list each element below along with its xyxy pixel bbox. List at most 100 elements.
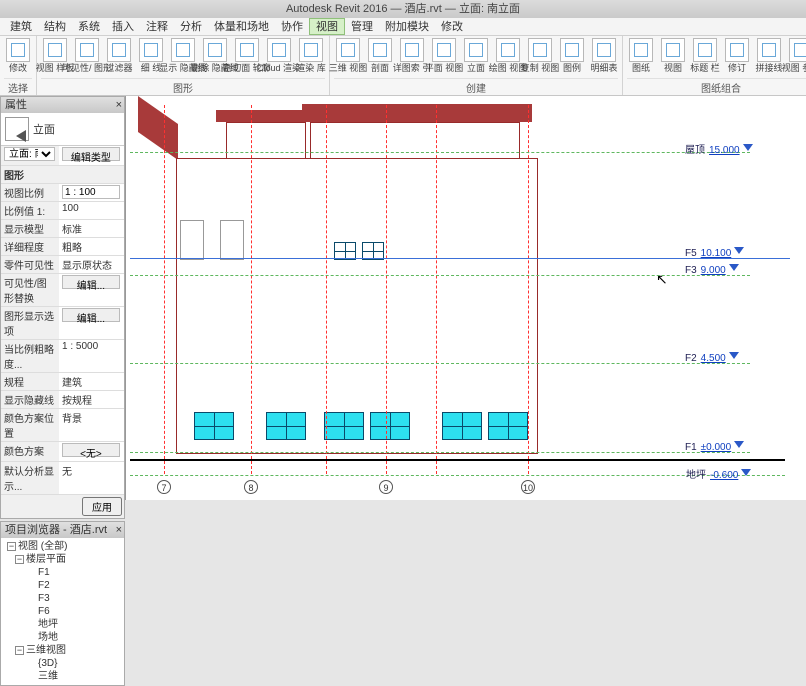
3d-view-button[interactable]: 三维 视图 xyxy=(334,38,362,73)
properties-header[interactable]: 属性 × xyxy=(1,97,124,113)
prop-row-详细程度[interactable]: 详细程度粗略 xyxy=(1,238,124,256)
level-tag[interactable]: F24.500 xyxy=(685,352,739,364)
render-gallery-button[interactable]: 渲染 库 xyxy=(297,38,325,73)
menu-注释[interactable]: 注释 xyxy=(140,18,174,35)
prop-value[interactable]: 按规程 xyxy=(59,391,124,408)
level-tag[interactable]: F1±0.000 xyxy=(685,441,744,453)
prop-value[interactable]: 背景 xyxy=(59,409,124,441)
grid-line-8[interactable] xyxy=(251,105,252,474)
menu-结构[interactable]: 结构 xyxy=(38,18,72,35)
tree-node-三维视图[interactable]: −三维视图 xyxy=(3,644,122,657)
level-tag[interactable]: F39.000 xyxy=(685,264,739,276)
edit-type-button[interactable]: 编辑类型 xyxy=(62,147,120,161)
menu-附加模块[interactable]: 附加模块 xyxy=(379,18,435,35)
grid-line-extra[interactable] xyxy=(326,105,327,474)
prop-value[interactable]: 编辑... xyxy=(59,307,124,339)
prop-value[interactable]: 标准 xyxy=(59,220,124,237)
grid-line-9[interactable] xyxy=(386,105,387,474)
viewport-button[interactable]: 视图 参照 xyxy=(787,38,806,73)
edit-button[interactable]: 编辑... xyxy=(62,308,120,322)
prop-value[interactable]: 建筑 xyxy=(59,373,124,390)
project-browser-tree[interactable]: −视图 (全部) −楼层平面F1F2F3F6地坪场地−三维视图{3D}三维 xyxy=(1,538,124,685)
prop-row-比例值 1:[interactable]: 比例值 1:100 xyxy=(1,202,124,220)
edit-button[interactable]: 编辑... xyxy=(62,275,120,289)
title-block-button[interactable]: 标题 栏 xyxy=(691,38,719,73)
tree-node-F2[interactable]: F2 xyxy=(3,579,122,592)
drawing-canvas[interactable]: 地坪-0.600 ↖ 78910屋顶15.000F510.100F39.000F… xyxy=(125,96,806,500)
level-tag[interactable]: 地坪-0.600 xyxy=(686,466,751,481)
prop-value[interactable]: 1 : 5000 xyxy=(59,340,124,372)
menu-分析[interactable]: 分析 xyxy=(174,18,208,35)
prop-row-显示模型[interactable]: 显示模型标准 xyxy=(1,220,124,238)
view-place-button[interactable]: 视图 xyxy=(659,38,687,73)
prop-value[interactable]: 粗略 xyxy=(59,238,124,255)
menu-管理[interactable]: 管理 xyxy=(345,18,379,35)
grid-line-extra[interactable] xyxy=(436,105,437,474)
revisions-button[interactable]: 修订 xyxy=(723,38,751,73)
tree-node-F3[interactable]: F3 xyxy=(3,592,122,605)
prop-row-图形显示选项[interactable]: 图形显示选项编辑... xyxy=(1,307,124,340)
prop-row-颜色方案位置[interactable]: 颜色方案位置背景 xyxy=(1,409,124,442)
edit-button[interactable]: <无> xyxy=(62,443,120,457)
prop-row-当比例粗略度...[interactable]: 当比例粗略度...1 : 5000 xyxy=(1,340,124,373)
grid-line-7[interactable] xyxy=(164,105,165,474)
collapse-icon[interactable]: − xyxy=(7,542,16,551)
collapse-icon[interactable]: − xyxy=(15,646,24,655)
render-cloud-button[interactable]: Cloud 渲染 xyxy=(265,38,293,73)
modify-button[interactable]: 修改 xyxy=(4,38,32,73)
menu-建筑[interactable]: 建筑 xyxy=(4,18,38,35)
prop-value[interactable]: 显示原状态 xyxy=(59,256,124,273)
prop-value[interactable]: 无 xyxy=(59,462,124,494)
menu-协作[interactable]: 协作 xyxy=(275,18,309,35)
callout-button[interactable]: 详图索 引 xyxy=(398,38,426,73)
legend-button[interactable]: 图例 xyxy=(558,38,586,73)
prop-row-零件可见性[interactable]: 零件可见性显示原状态 xyxy=(1,256,124,274)
tree-node-楼层平面[interactable]: −楼层平面 xyxy=(3,553,122,566)
menu-体量和场地[interactable]: 体量和场地 xyxy=(208,18,275,35)
grid-bubble-10[interactable]: 10 xyxy=(521,480,535,494)
prop-value[interactable]: 100 xyxy=(59,202,124,219)
prop-row-规程[interactable]: 规程建筑 xyxy=(1,373,124,391)
prop-row-默认分析显示...[interactable]: 默认分析显示...无 xyxy=(1,462,124,495)
grid-line-10[interactable] xyxy=(528,105,529,474)
grid-bubble-8[interactable]: 8 xyxy=(244,480,258,494)
level-tag[interactable]: 屋顶15.000 xyxy=(685,141,753,156)
schedules-button[interactable]: 明细表 xyxy=(590,38,618,73)
section-button[interactable]: 剖面 xyxy=(366,38,394,73)
close-icon[interactable]: × xyxy=(116,522,122,538)
level-tag[interactable]: F510.100 xyxy=(685,247,744,259)
prop-value[interactable] xyxy=(59,184,124,201)
tree-node-F1[interactable]: F1 xyxy=(3,566,122,579)
type-name[interactable]: 立面 xyxy=(33,121,55,137)
close-icon[interactable]: × xyxy=(116,97,122,113)
grid-bubble-9[interactable]: 9 xyxy=(379,480,393,494)
prop-row-可见性/图形替换[interactable]: 可见性/图形替换编辑... xyxy=(1,274,124,307)
plan-view-button[interactable]: 平面 视图 xyxy=(430,38,458,73)
prop-value[interactable]: <无> xyxy=(59,442,124,461)
guide-grid-button[interactable]: 拼接线 xyxy=(755,38,783,73)
menu-系统[interactable]: 系统 xyxy=(72,18,106,35)
elevation-button[interactable]: 立面 xyxy=(462,38,490,73)
visibility-button[interactable]: 可见性/ 图形 xyxy=(73,38,101,73)
instance-selector[interactable]: 立面: 南立面 xyxy=(4,147,55,161)
prop-row-图形[interactable]: 图形 xyxy=(1,166,124,184)
prop-input[interactable] xyxy=(62,185,120,199)
menu-插入[interactable]: 插入 xyxy=(106,18,140,35)
tree-node-场地[interactable]: 场地 xyxy=(3,631,122,644)
prop-row-颜色方案[interactable]: 颜色方案<无> xyxy=(1,442,124,462)
duplicate-view-button[interactable]: 复制 视图 xyxy=(526,38,554,73)
collapse-icon[interactable]: − xyxy=(15,555,24,564)
tree-node-地坪[interactable]: 地坪 xyxy=(3,618,122,631)
grid-bubble-7[interactable]: 7 xyxy=(157,480,171,494)
tree-node-F6[interactable]: F6 xyxy=(3,605,122,618)
sheet-button[interactable]: 图纸 xyxy=(627,38,655,73)
tree-root[interactable]: −视图 (全部) xyxy=(3,540,122,553)
tree-node-{3D}[interactable]: {3D} xyxy=(3,657,122,670)
prop-value[interactable]: 编辑... xyxy=(59,274,124,306)
browser-header[interactable]: 项目浏览器 - 酒店.rvt × xyxy=(1,522,124,538)
prop-row-显示隐藏线[interactable]: 显示隐藏线按规程 xyxy=(1,391,124,409)
prop-row-视图比例[interactable]: 视图比例 xyxy=(1,184,124,202)
menu-修改[interactable]: 修改 xyxy=(435,18,469,35)
drafting-view-button[interactable]: 绘图 视图 xyxy=(494,38,522,73)
tree-node-三维[interactable]: 三维 xyxy=(3,670,122,683)
